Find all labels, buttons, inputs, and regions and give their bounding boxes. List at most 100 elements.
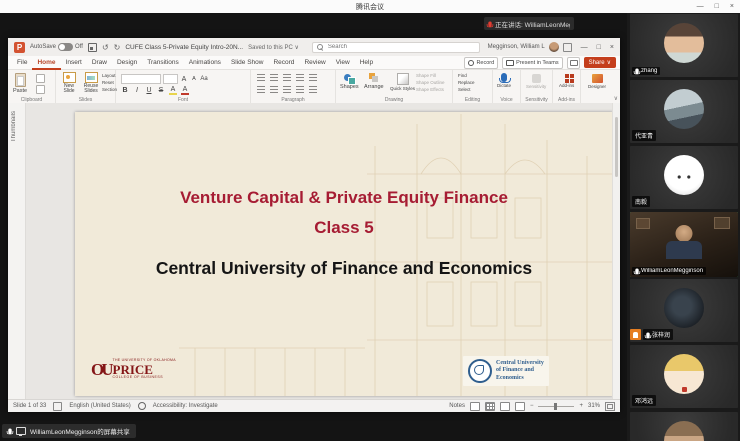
collapse-ribbon-icon[interactable]: ∨: [614, 95, 618, 102]
slide-sorter-view-icon[interactable]: [485, 402, 495, 411]
participant-tile[interactable]: [630, 412, 738, 441]
shapes-button[interactable]: Shapes: [340, 73, 359, 90]
bullets-icon[interactable]: [257, 74, 265, 82]
tab-insert[interactable]: Insert: [61, 56, 87, 70]
comments-button[interactable]: [567, 57, 580, 69]
maximize-icon[interactable]: □: [715, 0, 719, 13]
zoom-in-icon[interactable]: +: [579, 403, 583, 409]
redo-icon[interactable]: ↻: [114, 43, 121, 52]
reset-button[interactable]: Reset: [102, 80, 117, 85]
shape-fill-button[interactable]: Shape Fill: [416, 73, 445, 78]
shape-effects-button[interactable]: Shape Effects: [416, 87, 445, 92]
font-color-button[interactable]: A: [181, 86, 189, 95]
font-size-combobox[interactable]: [163, 74, 178, 84]
tab-review[interactable]: Review: [299, 56, 330, 70]
align-right-icon[interactable]: [283, 86, 291, 94]
zoom-slider[interactable]: [538, 406, 574, 407]
quick-styles-button[interactable]: Quick Styles: [390, 73, 415, 91]
vertical-scrollbar[interactable]: [612, 103, 620, 399]
search-input[interactable]: [326, 43, 475, 51]
new-slide-button[interactable]: New Slide: [58, 72, 80, 94]
indent-decrease-icon[interactable]: [283, 74, 291, 82]
reuse-slides-button[interactable]: Reuse Slides: [80, 72, 102, 94]
clear-formatting-icon[interactable]: Aa: [200, 76, 208, 82]
ppt-close-icon[interactable]: ×: [610, 44, 614, 51]
highlight-color-button[interactable]: A: [169, 86, 177, 95]
tab-home[interactable]: Home: [32, 56, 60, 70]
fit-slide-icon[interactable]: [605, 402, 615, 411]
grow-font-icon[interactable]: A: [180, 76, 188, 83]
undo-icon[interactable]: ↺: [102, 43, 109, 52]
arrange-button[interactable]: Arrange: [364, 73, 384, 90]
account-name[interactable]: Megginson, William L: [488, 44, 545, 50]
find-button[interactable]: Find: [458, 73, 475, 78]
tab-view[interactable]: View: [331, 56, 355, 70]
autosave-toggle[interactable]: AutoSave Off: [30, 43, 83, 51]
tab-file[interactable]: File: [12, 56, 32, 70]
tab-transitions[interactable]: Transitions: [142, 56, 184, 70]
shrink-font-icon[interactable]: A: [190, 76, 198, 82]
participant-tile[interactable]: 代亚青: [630, 80, 738, 143]
align-left-icon[interactable]: [257, 86, 265, 94]
section-button[interactable]: Section: [102, 87, 117, 92]
italic-button[interactable]: I: [133, 87, 141, 94]
strikethrough-button[interactable]: S: [157, 87, 165, 94]
participant-tile[interactable]: 南毅: [630, 146, 738, 209]
sensitivity-button[interactable]: Sensitivity: [526, 74, 546, 89]
present-in-teams-button[interactable]: Present in Teams: [502, 57, 562, 69]
autosave-switch-icon[interactable]: [58, 43, 73, 51]
ppt-maximize-icon[interactable]: □: [597, 44, 601, 51]
bold-button[interactable]: B: [121, 87, 129, 94]
account-avatar[interactable]: [549, 42, 559, 52]
designer-button[interactable]: Designer: [588, 74, 606, 89]
slide-canvas[interactable]: Venture Capital & Private Equity Finance…: [75, 112, 613, 396]
participant-tile[interactable]: 张梓润: [630, 279, 738, 342]
align-center-icon[interactable]: [270, 86, 278, 94]
columns-icon[interactable]: [309, 86, 317, 94]
zoom-out-icon[interactable]: −: [530, 403, 534, 409]
participant-tile[interactable]: 邓鸿远: [630, 345, 738, 408]
dictate-button[interactable]: Dictate: [497, 73, 511, 88]
tab-design[interactable]: Design: [112, 56, 142, 70]
notes-button[interactable]: Notes: [449, 403, 465, 409]
search-box[interactable]: [312, 42, 480, 53]
tab-record[interactable]: Record: [268, 56, 299, 70]
numbering-icon[interactable]: [270, 74, 278, 82]
accessibility-label[interactable]: Accessibility: Investigate: [153, 403, 218, 409]
slideshow-view-icon[interactable]: [515, 402, 525, 411]
select-button[interactable]: Select: [458, 87, 475, 92]
addins-button[interactable]: Add-ins: [559, 74, 574, 88]
minimize-icon[interactable]: —: [697, 0, 704, 13]
tab-animations[interactable]: Animations: [184, 56, 226, 70]
underline-button[interactable]: U: [145, 87, 153, 94]
thumbnails-pane[interactable]: Thumbnails: [8, 103, 26, 399]
justify-icon[interactable]: [296, 86, 304, 94]
spellcheck-icon[interactable]: [53, 402, 62, 411]
participant-tile-speaking[interactable]: WilliamLeonMegginson: [630, 212, 738, 277]
cut-icon[interactable]: [36, 74, 45, 83]
indent-increase-icon[interactable]: [296, 74, 304, 82]
layout-button[interactable]: Layout: [102, 73, 117, 78]
tab-help[interactable]: Help: [355, 56, 378, 70]
paste-button[interactable]: Paste: [13, 73, 27, 94]
language-label[interactable]: English (United States): [69, 403, 130, 409]
replace-button[interactable]: Replace: [458, 80, 475, 85]
participant-tile[interactable]: zhang: [630, 14, 738, 77]
saved-status[interactable]: Saved to this PC ∨: [248, 44, 299, 51]
save-icon[interactable]: [88, 43, 97, 52]
pen-icon[interactable]: [563, 43, 572, 52]
share-button[interactable]: Share ∨: [584, 57, 616, 68]
record-button[interactable]: Record: [464, 57, 498, 69]
zoom-level[interactable]: 31%: [588, 403, 600, 409]
font-name-combobox[interactable]: [121, 74, 161, 84]
normal-view-icon[interactable]: [470, 402, 480, 411]
tab-slide-show[interactable]: Slide Show: [226, 56, 269, 70]
close-icon[interactable]: ×: [730, 0, 734, 13]
ppt-minimize-icon[interactable]: —: [581, 44, 588, 51]
shape-outline-button[interactable]: Shape Outline: [416, 80, 445, 85]
tab-draw[interactable]: Draw: [87, 56, 112, 70]
line-spacing-icon[interactable]: [309, 74, 317, 82]
copy-icon[interactable]: [36, 85, 45, 94]
zoom-knob[interactable]: [554, 403, 557, 410]
reading-view-icon[interactable]: [500, 402, 510, 411]
